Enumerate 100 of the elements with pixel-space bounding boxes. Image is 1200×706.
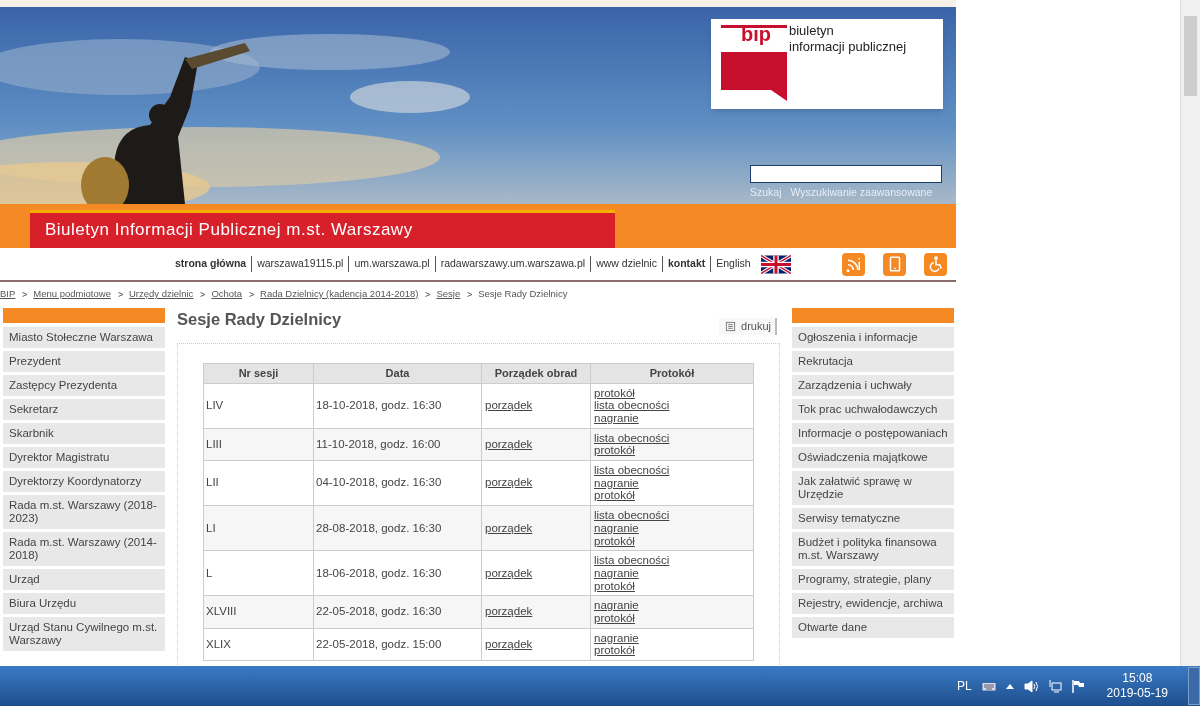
agenda-link[interactable]: porządek	[485, 398, 533, 411]
flag-icon[interactable]	[760, 254, 791, 274]
page-title: Sesje Rady Dzielnicy	[177, 309, 342, 329]
nav-link[interactable]: warszawa19115.pl	[257, 256, 344, 272]
menu-item[interactable]: Sekretarz	[3, 399, 165, 420]
rss-info-icon[interactable]	[842, 252, 865, 276]
network-icon[interactable]	[1047, 679, 1062, 693]
breadcrumb-link[interactable]: Urzędy dzielnic	[128, 286, 194, 302]
menu-item[interactable]: Rada m.st. Warszawy (2018-2023)	[3, 495, 165, 529]
agenda-link[interactable]: porządek	[485, 521, 533, 534]
language-indicator[interactable]: PL	[956, 677, 972, 695]
breadcrumb-link[interactable]: Menu podmiotowe	[33, 286, 111, 302]
flag-icon[interactable]	[1071, 679, 1085, 693]
nav-link[interactable]: strona główna	[175, 256, 247, 272]
breadcrumb-link[interactable]: Sesje	[436, 286, 461, 302]
document-link[interactable]: nagranie	[594, 599, 639, 613]
document-link[interactable]: nagranie	[594, 631, 639, 645]
agenda-link[interactable]: porządek	[485, 637, 533, 650]
menu-item[interactable]: Miasto Stołeczne Warszawa	[3, 327, 165, 348]
document-link[interactable]: lista obecności	[594, 554, 670, 567]
document-link[interactable]: protokół	[594, 612, 635, 625]
menu-item[interactable]: Jak załatwić sprawę w Urzędzie	[792, 471, 954, 505]
document-link[interactable]: lista obecności	[594, 431, 670, 445]
scrollbar[interactable]	[1180, 0, 1200, 666]
column-header: Data	[313, 363, 482, 383]
printer-icon	[725, 320, 737, 332]
table-cell: 22-05-2018, godz. 16:30	[313, 595, 482, 629]
language-link[interactable]: English	[716, 256, 751, 272]
chevron-icon	[249, 291, 255, 297]
document-link[interactable]: protokół	[594, 386, 635, 400]
column-header: Protokół	[590, 363, 754, 383]
agenda-link[interactable]: porządek	[485, 605, 533, 618]
menu-item[interactable]: Skarbnik	[3, 423, 165, 444]
menu-item[interactable]: Rekrutacja	[792, 351, 954, 372]
table-cell: 18-06-2018, godz. 16:30	[313, 550, 482, 596]
logo-text: biuletyn	[789, 23, 835, 39]
menu-item[interactable]: Oświadczenia majątkowe	[792, 447, 954, 468]
nav-link[interactable]: um.warszawa.pl	[354, 256, 430, 272]
menu-item[interactable]: Prezydent	[3, 351, 165, 372]
menu-item[interactable]: Zastępcy Prezydenta	[3, 375, 165, 396]
menu-item[interactable]: Rada m.st. Warszawy (2014-2018)	[3, 532, 165, 566]
menu-item[interactable]: Ogłoszenia i informacje	[792, 327, 954, 348]
document-link[interactable]: nagranie	[594, 476, 639, 490]
keyboard-icon[interactable]	[981, 681, 996, 691]
tablet-icon[interactable]	[883, 252, 906, 276]
column-header: Nr sesji	[203, 363, 314, 383]
document-link[interactable]: protokół	[594, 644, 635, 658]
wheelchair-icon[interactable]	[924, 252, 947, 276]
table-cell: L	[203, 550, 314, 596]
breadcrumb-link[interactable]: BIP	[0, 286, 16, 302]
menu-item[interactable]: Biura Urzędu	[3, 593, 165, 614]
agenda-link[interactable]: porządek	[485, 437, 533, 450]
document-link[interactable]: protokół	[594, 489, 635, 503]
agenda-link[interactable]: porządek	[485, 476, 533, 489]
menu-item[interactable]: Informacje o postępowaniach	[792, 423, 954, 444]
chevron-icon	[200, 291, 207, 297]
document-link[interactable]: protokół	[594, 579, 635, 593]
document-link[interactable]: protokół	[594, 534, 635, 548]
nav-link[interactable]: radawarszawy.um.warszawa.pl	[440, 256, 586, 272]
nav-link[interactable]: kontakt	[667, 256, 706, 272]
search-field[interactable]	[750, 165, 942, 183]
document-link[interactable]: lista obecności	[594, 509, 670, 522]
menu-item[interactable]: Urząd	[3, 569, 165, 590]
table-cell: 11-10-2018, godz. 16:00	[313, 428, 482, 461]
site-title: Biuletyn Informacji Publicznej m.st. Warszawy	[30, 210, 615, 248]
table-cell: LIV	[203, 383, 314, 429]
menu-item[interactable]: Dyrektorzy Koordynatorzy	[3, 471, 165, 492]
menu-item[interactable]: Programy, strategie, plany	[792, 569, 954, 590]
table-cell: 22-05-2018, godz. 15:00	[313, 628, 482, 661]
print-button[interactable]: drukuj	[719, 318, 777, 335]
menu-item[interactable]: Zarządzenia i uchwały	[792, 375, 954, 396]
document-link[interactable]: nagranie	[594, 521, 639, 535]
table-cell: 28-08-2018, godz. 16:30	[313, 505, 482, 551]
menu-item[interactable]: Otwarte dane	[792, 617, 954, 638]
table-cell: LII	[203, 460, 314, 506]
nav-link[interactable]: www dzielnic	[596, 256, 657, 272]
document-link[interactable]: lista obecności	[594, 464, 670, 477]
breadcrumb-link[interactable]: Rada Dzielnicy (kadencja 2014-2018)	[260, 286, 419, 302]
menu-item[interactable]: Dyrektor Magistratu	[3, 447, 165, 468]
document-link[interactable]: protokół	[594, 444, 635, 457]
speaker-icon[interactable]	[1023, 679, 1038, 693]
clock-date[interactable]: 2019-05-19	[1106, 686, 1168, 701]
menu-item[interactable]: Budżet i polityka finansowa m.st. Warszawy	[792, 532, 954, 566]
table-cell: LI	[203, 505, 314, 551]
menu-item[interactable]: Serwisy tematyczne	[792, 508, 954, 529]
menu-item[interactable]: Urząd Stanu Cywilnego m.st. Warszawy	[3, 617, 165, 651]
document-link[interactable]: nagranie	[594, 566, 639, 580]
caret-up-icon[interactable]	[1005, 683, 1014, 689]
agenda-link[interactable]: porządek	[485, 566, 533, 579]
clock-time[interactable]: 15:08	[1122, 671, 1153, 686]
breadcrumb-link[interactable]: Ochota	[211, 286, 242, 302]
document-link[interactable]: lista obecności	[594, 399, 670, 412]
menu-item[interactable]: Rejestry, ewidencje, archiwa	[792, 593, 954, 614]
table-cell: LIII	[203, 428, 314, 461]
logo-mark: bip	[741, 23, 771, 45]
document-link[interactable]: nagranie	[594, 411, 639, 425]
breadcrumb-current: Sesje Rady Dzielnicy	[478, 286, 568, 301]
table-cell: 18-10-2018, godz. 16:30	[313, 383, 482, 429]
menu-item[interactable]: Tok prac uchwałodawczych	[792, 399, 954, 420]
column-header: Porządek obrad	[481, 363, 591, 383]
